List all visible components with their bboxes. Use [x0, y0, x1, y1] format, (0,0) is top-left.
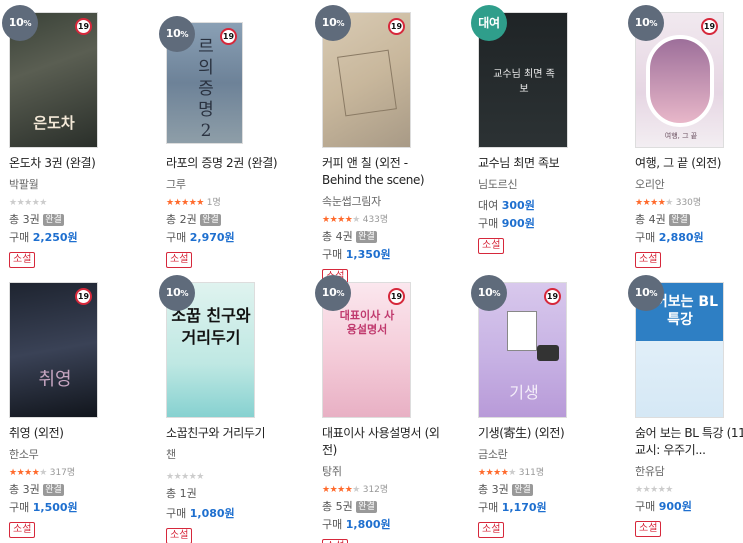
completed-badge: 완결 — [43, 484, 64, 496]
book-cover[interactable]: 19 취영 — [9, 282, 98, 418]
book-author[interactable]: 님도르신 — [478, 176, 596, 192]
age-19-icon: 19 — [75, 288, 92, 305]
discount-badge: 10% — [628, 5, 664, 41]
rent-badge: 대여 — [471, 5, 507, 41]
genre-tag[interactable]: 소설 — [9, 522, 36, 538]
age-19-icon: 19 — [388, 18, 405, 35]
age-19-icon: 19 — [544, 288, 561, 305]
rating: ★★★★★ 317명 — [9, 468, 76, 478]
book-title[interactable]: 취영 (외전) — [9, 425, 127, 442]
rating: ★★★★★ 330명 — [635, 198, 702, 208]
cover-title: 취영 — [38, 369, 72, 390]
book-author[interactable]: 그루 — [166, 176, 284, 192]
rating: ★★★★★ — [166, 471, 284, 483]
star-rating-icon: ★★★★★ — [166, 472, 204, 482]
star-rating-icon: ★★★★★ — [9, 468, 47, 478]
book-author[interactable]: 탕쥐 — [322, 463, 440, 479]
discount-badge: 10% — [159, 16, 195, 52]
buy-price: 구매 1,350원 — [322, 248, 391, 261]
buy-price: 구매 2,970원 — [166, 231, 235, 244]
discount-badge: 10% — [159, 275, 195, 311]
rating: ★★★★★ 311명 — [478, 468, 545, 478]
star-rating-icon: ★★★★★ — [635, 198, 673, 208]
rating: ★★★★★ 312명 — [322, 485, 389, 495]
book-title[interactable]: 숨어 보는 BL 특강 (11교시: 우주기... — [635, 425, 743, 459]
star-rating-icon: ★★★★★ — [322, 215, 360, 225]
completed-badge: 완결 — [356, 501, 377, 513]
buy-price: 구매 1,170원 — [478, 501, 547, 514]
cover-title: 대표이사 사용설명서 — [339, 309, 395, 336]
buy-price: 구매 900원 — [478, 217, 535, 230]
volume-count: 총 2권 완결 — [166, 213, 221, 226]
buy-price: 구매 1,800원 — [322, 518, 391, 531]
completed-badge: 완결 — [43, 214, 64, 226]
volume-count: 총 1권 — [166, 487, 197, 500]
cover-title: 은도차 — [33, 114, 75, 132]
genre-tag[interactable]: 소설 — [635, 252, 662, 268]
rent-price: 대여 300원 — [478, 199, 535, 212]
rating: ★★★★★ 1명 — [166, 198, 221, 208]
star-rating-icon: ★★★★★ — [166, 198, 204, 208]
completed-badge: 완결 — [356, 231, 377, 243]
cover-title: 교수님 최면 족보 — [493, 69, 555, 95]
cover-title: 기생 — [509, 383, 539, 402]
book-title[interactable]: 대표이사 사용설명서 (외전) — [322, 425, 440, 459]
discount-badge: 10% — [471, 275, 507, 311]
book-title[interactable]: 기생(寄生) (외전) — [478, 425, 596, 442]
discount-badge: 10% — [315, 275, 351, 311]
discount-badge: 10% — [315, 5, 351, 41]
genre-tag[interactable]: 소설 — [166, 252, 193, 268]
genre-tag[interactable]: 소설 — [635, 521, 662, 537]
book-title[interactable]: 교수님 최면 족보 — [478, 155, 596, 172]
age-19-icon: 19 — [701, 18, 718, 35]
buy-price: 구매 1,500원 — [9, 501, 78, 514]
completed-badge: 완결 — [200, 214, 221, 226]
book-author[interactable]: 속눈썹그림자 — [322, 193, 440, 209]
age-19-icon: 19 — [220, 28, 237, 45]
buy-price: 구매 2,250원 — [9, 231, 78, 244]
volume-count: 총 4권 완결 — [635, 213, 690, 226]
rating: ★★★★★ — [9, 197, 127, 209]
book-title[interactable]: 소꿉친구와 거리두기 — [166, 425, 284, 442]
book-author[interactable]: 박팔월 — [9, 176, 127, 192]
buy-price: 구매 900원 — [635, 500, 692, 513]
age-19-icon: 19 — [75, 18, 92, 35]
genre-tag[interactable]: 소설 — [478, 522, 505, 538]
volume-count: 총 3권 완결 — [478, 483, 533, 496]
book-author[interactable]: 오리안 — [635, 176, 743, 192]
age-19-icon: 19 — [388, 288, 405, 305]
genre-tag[interactable]: 소설 — [166, 528, 193, 543]
book-author[interactable]: 한유담 — [635, 463, 743, 479]
book-author[interactable]: 한소무 — [9, 446, 127, 462]
book-author[interactable]: 금소란 — [478, 446, 596, 462]
book-title[interactable]: 커피 앤 칠 (외전 - Behind the scene) — [322, 155, 440, 189]
buy-price: 구매 1,080원 — [166, 507, 235, 520]
volume-count: 총 4권 완결 — [322, 230, 377, 243]
rating: ★★★★★ — [635, 484, 743, 496]
discount-badge: 10% — [628, 275, 664, 311]
genre-tag[interactable]: 소설 — [478, 238, 505, 254]
cover-title: 소꿉 친구와 거리두기 — [171, 306, 251, 347]
volume-count: 총 3권 완결 — [9, 213, 64, 226]
star-rating-icon: ★★★★★ — [478, 468, 516, 478]
genre-tag[interactable]: 소설 — [9, 252, 36, 268]
star-rating-icon: ★★★★★ — [322, 485, 360, 495]
book-title[interactable]: 라포의 증명 2권 (완결) — [166, 155, 284, 172]
buy-price: 구매 2,880원 — [635, 231, 704, 244]
completed-badge: 완결 — [669, 214, 690, 226]
book-title[interactable]: 여행, 그 끝 (외전) — [635, 155, 743, 172]
cover-title: 르의 증명 2 — [198, 37, 214, 141]
discount-badge: 10% — [2, 5, 38, 41]
cover-title: 여행, 그 끝 — [664, 132, 698, 140]
star-rating-icon: ★★★★★ — [9, 198, 47, 208]
genre-tag[interactable]: 소설 — [322, 539, 349, 543]
book-title[interactable]: 온도차 3권 (완결) — [9, 155, 127, 172]
book-author[interactable]: 챈 — [166, 446, 284, 462]
volume-count: 총 3권 완결 — [9, 483, 64, 496]
star-rating-icon: ★★★★★ — [635, 485, 673, 495]
rating: ★★★★★ 433명 — [322, 215, 389, 225]
completed-badge: 완결 — [512, 484, 533, 496]
volume-count: 총 5권 완결 — [322, 500, 377, 513]
